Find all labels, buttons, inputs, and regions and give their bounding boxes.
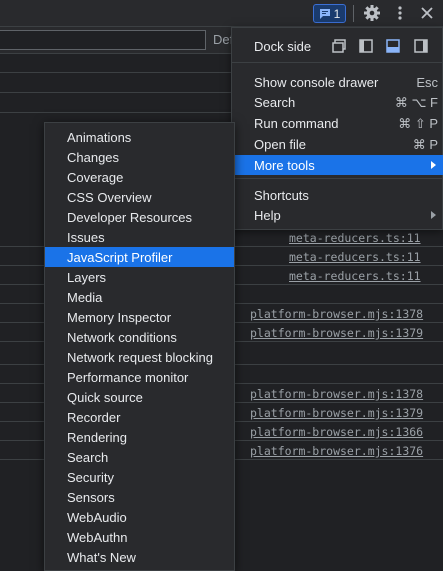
issues-count: 1	[333, 6, 341, 21]
source-link[interactable]: meta-reducers.ts:11	[289, 269, 421, 283]
more-tools-submenu: Animations Changes Coverage CSS Overview…	[44, 122, 235, 571]
submenu-item-security[interactable]: Security	[45, 467, 234, 487]
menu-item-search[interactable]: Search ⌘ ⌥ F	[232, 92, 443, 112]
submenu-item-recorder[interactable]: Recorder	[45, 407, 234, 427]
devtools-toolbar: 1	[0, 0, 443, 27]
menu-item-run-command[interactable]: Run command ⌘ ⇧ P	[232, 113, 443, 133]
dock-bottom-icon[interactable]	[386, 39, 400, 53]
menu-separator	[232, 178, 443, 179]
submenu-item-memory-inspector[interactable]: Memory Inspector	[45, 307, 234, 327]
submenu-item-issues[interactable]: Issues	[45, 227, 234, 247]
gear-icon[interactable]	[363, 4, 381, 22]
submenu-item-developer-resources[interactable]: Developer Resources	[45, 207, 234, 227]
submenu-item-webauthn[interactable]: WebAuthn	[45, 527, 234, 547]
toolbar-divider	[353, 5, 354, 22]
submenu-arrow-icon	[431, 211, 436, 219]
submenu-item-animations[interactable]: Animations	[45, 127, 234, 147]
menu-item-more-tools[interactable]: More tools	[232, 155, 443, 175]
menu-item-help[interactable]: Help	[232, 205, 443, 225]
source-link[interactable]: platform-browser.mjs:1379	[250, 326, 423, 340]
submenu-item-quick-source[interactable]: Quick source	[45, 387, 234, 407]
submenu-item-network-conditions[interactable]: Network conditions	[45, 327, 234, 347]
submenu-item-performance-monitor[interactable]: Performance monitor	[45, 367, 234, 387]
submenu-item-css-overview[interactable]: CSS Overview	[45, 187, 234, 207]
submenu-item-coverage[interactable]: Coverage	[45, 167, 234, 187]
submenu-item-network-request-blocking[interactable]: Network request blocking	[45, 347, 234, 367]
source-link[interactable]: platform-browser.mjs:1379	[250, 406, 423, 420]
source-link[interactable]: platform-browser.mjs:1378	[250, 387, 423, 401]
issues-counter-button[interactable]: 1	[313, 4, 346, 23]
submenu-arrow-icon	[431, 161, 436, 169]
source-link[interactable]: meta-reducers.ts:11	[289, 231, 421, 245]
message-icon	[319, 8, 330, 19]
menu-separator	[232, 62, 443, 63]
dock-side-row: Dock side	[232, 28, 443, 62]
customize-devtools-menu: Dock side Show console drawer Esc Search…	[231, 27, 443, 230]
submenu-item-javascript-profiler[interactable]: JavaScript Profiler	[45, 247, 234, 267]
submenu-item-search[interactable]: Search	[45, 447, 234, 467]
menu-item-show-console-drawer[interactable]: Show console drawer Esc	[232, 72, 443, 92]
source-link[interactable]: platform-browser.mjs:1366	[250, 425, 423, 439]
submenu-item-layers[interactable]: Layers	[45, 267, 234, 287]
menu-item-shortcuts[interactable]: Shortcuts	[232, 185, 443, 205]
submenu-item-webaudio[interactable]: WebAudio	[45, 507, 234, 527]
close-icon[interactable]	[418, 4, 436, 22]
more-options-icon[interactable]	[392, 4, 408, 22]
submenu-item-media[interactable]: Media	[45, 287, 234, 307]
source-link[interactable]: platform-browser.mjs:1378	[250, 307, 423, 321]
dock-right-icon[interactable]	[414, 39, 428, 53]
submenu-item-whats-new[interactable]: What's New	[45, 547, 234, 567]
source-link[interactable]: meta-reducers.ts:11	[289, 250, 421, 264]
source-link[interactable]: platform-browser.mjs:1376	[250, 444, 423, 458]
undock-icon[interactable]	[332, 39, 346, 53]
submenu-item-changes[interactable]: Changes	[45, 147, 234, 167]
dock-left-icon[interactable]	[359, 39, 373, 53]
submenu-item-rendering[interactable]: Rendering	[45, 427, 234, 447]
dock-side-label: Dock side	[254, 39, 312, 54]
menu-item-open-file[interactable]: Open file ⌘ P	[232, 134, 443, 154]
filter-input[interactable]	[0, 30, 206, 50]
submenu-item-sensors[interactable]: Sensors	[45, 487, 234, 507]
